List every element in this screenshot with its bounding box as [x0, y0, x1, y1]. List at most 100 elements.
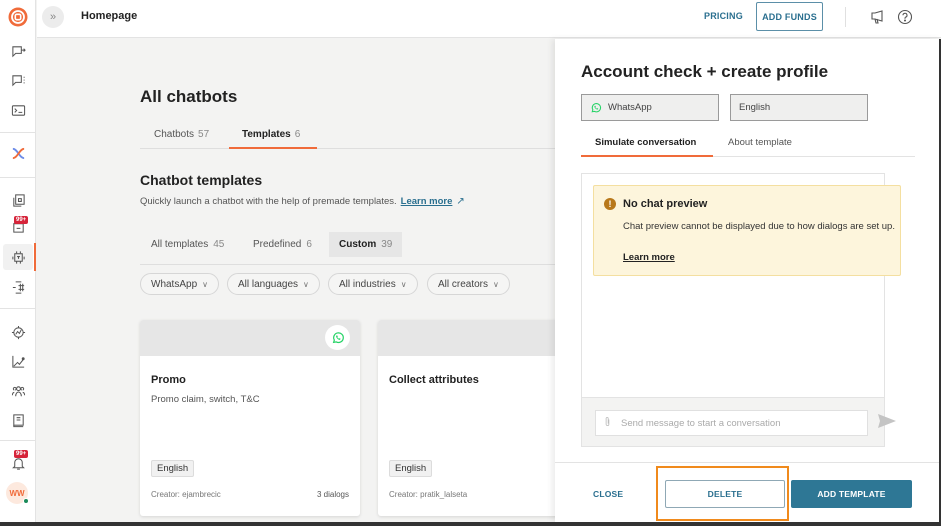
active-tab-underline — [229, 147, 317, 149]
language-tag: English — [389, 460, 433, 477]
add-funds-button[interactable]: ADD FUNDS — [756, 2, 823, 31]
top-bar: » Homepage PRICING ADD FUNDS — [37, 0, 941, 38]
external-link-icon[interactable]: ↗ — [456, 196, 464, 207]
conversations-export-icon[interactable] — [0, 38, 36, 64]
filter-language-dropdown[interactable]: All languages ∨ — [227, 273, 320, 295]
language-value: English — [739, 102, 771, 113]
chevron-down-icon: ∨ — [493, 279, 499, 289]
notice-title: No chat preview — [623, 198, 708, 210]
tab-label: Templates — [242, 129, 291, 140]
tab-count: 6 — [306, 239, 312, 250]
online-status-dot — [23, 498, 29, 504]
tab-chatbots[interactable]: Chatbots 57 — [154, 129, 209, 140]
template-card[interactable]: Collect attributes English Creator: prat… — [378, 320, 555, 516]
main-content: All chatbots Chatbots 57 Templates 6 Chatb… — [37, 39, 555, 522]
tab-count: 39 — [381, 239, 393, 250]
chat-list-icon[interactable] — [0, 67, 36, 93]
card-header — [140, 320, 360, 356]
filter-industry-dropdown[interactable]: All industries ∨ — [328, 273, 418, 295]
tab-about-template[interactable]: About template — [728, 137, 792, 148]
filter-creator-dropdown[interactable]: All creators ∨ — [427, 273, 510, 295]
page-title: All chatbots — [140, 87, 238, 106]
tab-custom[interactable]: Custom 39 — [329, 232, 403, 257]
whatsapp-icon — [325, 325, 350, 350]
tab-simulate-conversation[interactable]: Simulate conversation — [595, 137, 696, 148]
sidebar-divider — [0, 177, 36, 178]
chevron-down-icon: ∨ — [303, 279, 309, 289]
template-preview-panel: Account check + create profile WhatsApp … — [555, 39, 941, 522]
panel-title: Account check + create profile — [581, 62, 829, 81]
chevron-down-icon: ∨ — [400, 279, 407, 289]
panel-footer: CLOSE DELETE ADD TEMPLATE — [555, 462, 939, 522]
chevron-down-icon: ∨ — [202, 279, 208, 289]
filter-label: WhatsApp — [151, 278, 198, 290]
sidebar-divider — [0, 132, 36, 133]
copy-templates-icon[interactable] — [0, 187, 36, 213]
card-dialogs-count: 3 dialogs — [316, 490, 349, 499]
filter-label: All industries — [339, 278, 396, 290]
orchestrate-icon[interactable] — [0, 140, 36, 166]
channel-field: WhatsApp — [581, 94, 719, 121]
expand-sidebar-button[interactable]: » — [42, 6, 64, 28]
terminal-icon[interactable] — [0, 97, 36, 123]
chatbot-icon[interactable] — [3, 244, 33, 270]
section-title: Chatbot templates — [140, 172, 263, 188]
help-icon[interactable] — [896, 8, 914, 26]
sidebar-divider — [0, 440, 36, 441]
channel-value: WhatsApp — [608, 102, 652, 113]
simulator-footer: Send message to start a conversation — [582, 397, 896, 446]
attachment-icon[interactable] — [604, 416, 611, 430]
inbox-badge: 99+ — [14, 216, 29, 224]
people-icon[interactable] — [0, 378, 36, 404]
message-placeholder: Send message to start a conversation — [621, 417, 781, 429]
integrations-icon[interactable] — [0, 319, 36, 345]
card-creator: Creator: pratik_lalseta — [389, 490, 468, 499]
card-subtitle: Promo claim, switch, T&C — [151, 394, 260, 405]
whatsapp-icon — [590, 102, 602, 114]
docs-icon[interactable] — [0, 407, 36, 433]
active-tab-underline — [581, 155, 713, 157]
section-description: Quickly launch a chatbot with the help o… — [140, 196, 465, 207]
chatbot-tabs: Chatbots 57 Templates 6 — [140, 123, 555, 149]
send-icon[interactable] — [878, 414, 896, 433]
logo-icon[interactable] — [0, 3, 36, 31]
filter-label: All creators — [438, 278, 489, 290]
tab-templates[interactable]: Templates 6 — [242, 129, 300, 140]
card-title: Promo — [151, 374, 186, 386]
active-indicator — [34, 243, 36, 271]
language-tag: English — [151, 460, 195, 477]
sidebar-divider — [0, 308, 36, 309]
learn-more-link[interactable]: Learn more — [401, 196, 453, 207]
card-header — [378, 320, 555, 356]
add-template-button[interactable]: ADD TEMPLATE — [791, 480, 912, 508]
card-creator: Creator: ejambrecic — [151, 490, 221, 499]
analytics-icon[interactable] — [0, 348, 36, 374]
warning-icon: ! — [604, 198, 616, 210]
breadcrumb[interactable]: Homepage — [81, 10, 137, 22]
language-field: English — [730, 94, 868, 121]
simulator: ! No chat preview Chat preview cannot be… — [581, 173, 901, 447]
tab-predefined[interactable]: Predefined 6 — [243, 232, 322, 257]
tab-count: 45 — [213, 239, 225, 250]
no-preview-notice: ! No chat preview Chat preview cannot be… — [593, 185, 901, 276]
window-bottom-edge — [0, 522, 941, 526]
template-card[interactable]: Promo Promo claim, switch, T&C English C… — [140, 320, 360, 516]
announcements-icon[interactable] — [869, 8, 887, 26]
tab-label: Chatbots — [154, 129, 195, 140]
filter-label: All languages — [238, 278, 299, 290]
tags-icon[interactable] — [0, 274, 36, 300]
sidebar: 99+ 99+ WW — [0, 0, 36, 522]
close-button[interactable]: CLOSE — [593, 489, 623, 499]
tab-count: 6 — [294, 129, 301, 140]
message-input[interactable]: Send message to start a conversation — [595, 410, 868, 436]
card-title: Collect attributes — [389, 374, 479, 386]
pricing-link[interactable]: PRICING — [704, 11, 743, 21]
tab-label: All templates — [151, 239, 209, 250]
delete-button[interactable]: DELETE — [665, 480, 785, 508]
notifications-badge: 99+ — [14, 450, 29, 458]
filter-channel-dropdown[interactable]: WhatsApp ∨ — [140, 273, 219, 295]
notice-body: Chat preview cannot be displayed due to … — [623, 221, 895, 232]
tab-all-templates[interactable]: All templates 45 — [141, 232, 234, 257]
tab-label: Predefined — [253, 239, 302, 250]
notice-learn-more-link[interactable]: Learn more — [623, 252, 675, 263]
